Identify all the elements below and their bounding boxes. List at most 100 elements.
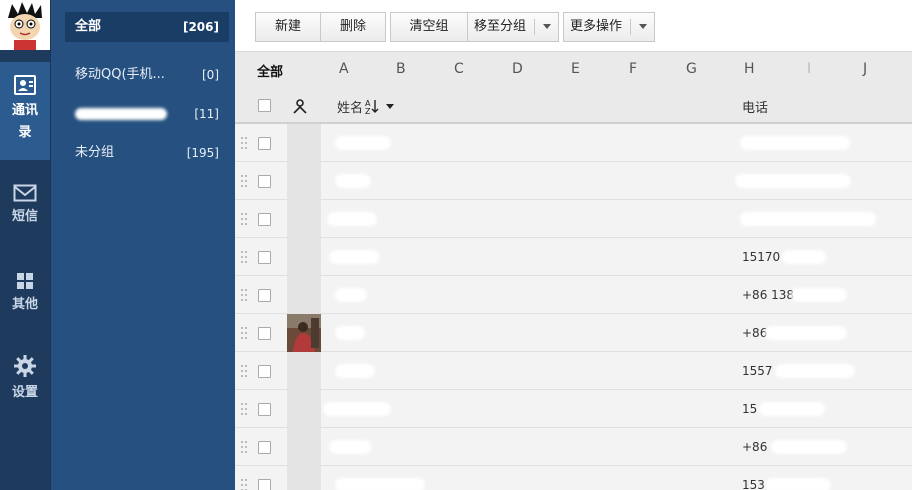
row-checkbox[interactable] — [258, 365, 271, 378]
filter-letter-d[interactable]: D — [512, 61, 523, 77]
group-item-redacted[interactable]: [11] — [65, 99, 229, 129]
row-checkbox[interactable] — [258, 441, 271, 454]
contact-photo — [287, 276, 321, 314]
drag-handle-icon[interactable] — [241, 251, 249, 263]
more-actions-button[interactable]: 更多操作 — [563, 12, 655, 42]
drag-handle-icon[interactable] — [241, 289, 249, 301]
rail-contacts[interactable]: 通讯录 — [0, 62, 50, 160]
phone-cell: 15170 — [742, 250, 781, 264]
phone-cell: 153 — [742, 478, 765, 490]
filter-letter-i[interactable]: I — [807, 61, 811, 77]
row-checkbox[interactable] — [258, 175, 271, 188]
table-row[interactable]: +86 — [235, 428, 912, 466]
redacted-phone — [740, 136, 850, 150]
drag-handle-icon[interactable] — [241, 213, 249, 225]
toolbar: 新建 删除 清空组 移至分组 更多操作 — [235, 0, 912, 52]
redacted-name — [327, 212, 377, 226]
envelope-icon — [13, 184, 37, 202]
row-checkbox[interactable] — [258, 403, 271, 416]
delete-button[interactable]: 删除 — [320, 12, 386, 42]
redacted-phone — [735, 174, 851, 188]
redacted-phone — [740, 212, 876, 226]
redacted-phone — [782, 250, 826, 264]
rail-other[interactable]: 其他 — [0, 272, 50, 322]
table-row[interactable]: 15 — [235, 390, 912, 428]
person-icon[interactable] — [292, 98, 308, 114]
name-column-header[interactable]: 姓名 — [337, 97, 363, 116]
rail-messages[interactable]: 短信 — [0, 184, 50, 234]
group-count: [195] — [186, 146, 219, 160]
clear-group-button[interactable]: 清空组 — [390, 12, 468, 42]
row-checkbox[interactable] — [258, 327, 271, 340]
filter-letter-j[interactable]: J — [863, 61, 867, 77]
row-checkbox[interactable] — [258, 251, 271, 264]
rail-messages-label: 短信 — [11, 209, 38, 224]
drag-handle-icon[interactable] — [241, 327, 249, 339]
row-checkbox[interactable] — [258, 137, 271, 150]
phone-cell: +86 138 — [742, 288, 795, 302]
contacts-icon — [14, 75, 36, 95]
filter-all[interactable]: 全部 — [257, 61, 283, 80]
redacted-phone — [765, 478, 831, 490]
grid-icon — [17, 273, 33, 289]
select-all-checkbox[interactable] — [258, 99, 271, 112]
rail-contacts-label: 通讯录 — [11, 103, 38, 140]
redacted-name — [329, 250, 379, 264]
move-to-group-button[interactable]: 移至分组 — [467, 12, 559, 42]
redacted-name — [335, 174, 371, 188]
table-row[interactable]: 153 — [235, 466, 912, 490]
phone-cell: +86 — [742, 326, 768, 340]
filter-letter-b[interactable]: B — [396, 61, 406, 77]
drag-handle-icon[interactable] — [241, 403, 249, 415]
redacted-phone — [771, 440, 847, 454]
new-button[interactable]: 新建 — [255, 12, 321, 42]
row-checkbox[interactable] — [258, 479, 271, 490]
redacted-name — [335, 478, 425, 490]
redacted-group-label — [75, 107, 167, 120]
user-avatar[interactable] — [0, 0, 50, 50]
sort-icon[interactable]: A Z — [365, 98, 395, 114]
rail-settings[interactable]: 设置 — [0, 354, 50, 404]
contact-photo — [287, 428, 321, 466]
redacted-name — [329, 440, 371, 454]
filter-letter-a[interactable]: A — [339, 61, 349, 77]
filter-letter-g[interactable]: G — [686, 61, 697, 77]
row-checkbox[interactable] — [258, 213, 271, 226]
redacted-phone — [765, 326, 847, 340]
contact-photo-image — [287, 314, 321, 352]
table-row[interactable]: 15170 — [235, 238, 912, 276]
group-item-ungrouped[interactable]: 未分组 [195] — [65, 138, 229, 168]
group-item-mobile-qq[interactable]: 移动QQ(手机... [0] — [65, 60, 229, 90]
redacted-phone — [775, 364, 855, 378]
phone-column-header[interactable]: 电话 — [742, 97, 768, 116]
contact-photo — [287, 238, 321, 276]
drag-handle-icon[interactable] — [241, 441, 249, 453]
svg-text:Z: Z — [365, 107, 371, 114]
drag-handle-icon[interactable] — [241, 175, 249, 187]
table-row[interactable]: +86 138 — [235, 276, 912, 314]
phone-cell: +86 — [742, 440, 768, 454]
group-count: [206] — [182, 20, 219, 34]
filter-letter-e[interactable]: E — [571, 61, 580, 77]
drag-handle-icon[interactable] — [241, 137, 249, 149]
alphabet-filter: 全部 A B C D E F G H I J — [235, 52, 912, 88]
drag-handle-icon[interactable] — [241, 479, 249, 490]
row-checkbox[interactable] — [258, 289, 271, 302]
table-row[interactable]: 1557 — [235, 352, 912, 390]
table-row[interactable] — [235, 200, 912, 238]
group-count: [0] — [202, 68, 219, 82]
table-row[interactable]: +86 — [235, 314, 912, 352]
filter-letter-f[interactable]: F — [629, 61, 637, 77]
table-row[interactable] — [235, 124, 912, 162]
move-to-group-label: 移至分组 — [474, 19, 527, 34]
redacted-name — [335, 364, 375, 378]
redacted-phone — [791, 288, 847, 302]
drag-handle-icon[interactable] — [241, 365, 249, 377]
filter-letter-h[interactable]: H — [744, 61, 755, 77]
table-row[interactable] — [235, 162, 912, 200]
contact-photo — [287, 200, 321, 238]
filter-letter-c[interactable]: C — [454, 61, 464, 77]
group-label: 未分组 — [75, 145, 115, 160]
group-item-all[interactable]: 全部 [206] — [65, 12, 229, 42]
group-count: [11] — [194, 107, 219, 121]
